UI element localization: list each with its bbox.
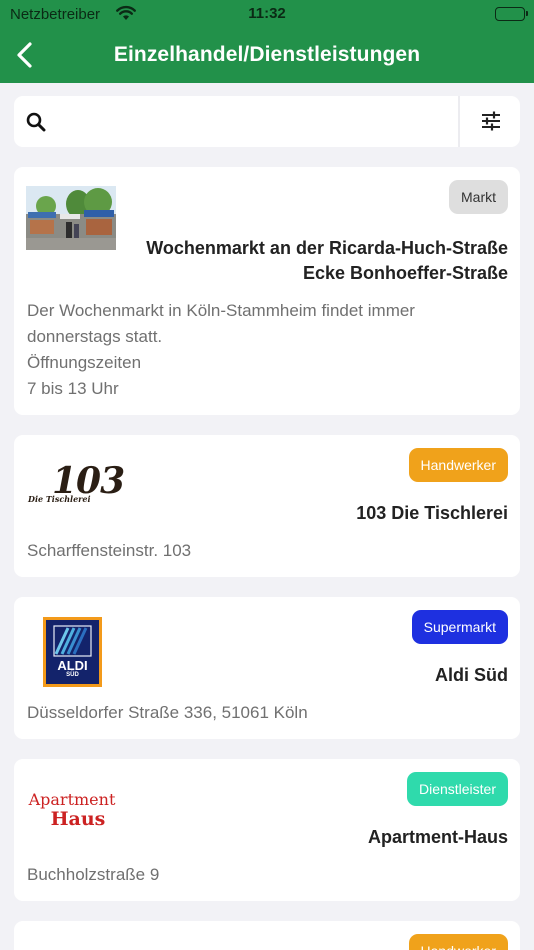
navigation-bar: Einzelhandel/Dienstleistungen xyxy=(0,28,534,83)
apartment-logo-line-2: Haus xyxy=(50,808,106,830)
listing-title-line-2: Ecke Bonhoeffer-Straße xyxy=(302,263,508,283)
search-divider xyxy=(458,96,460,147)
listing-title: 103 Die Tischlerei xyxy=(356,503,508,523)
status-bar: Netzbetreiber 11:32 xyxy=(0,0,534,28)
listing-title-line-1: Wochenmarkt an der Ricarda-Huch-Straße xyxy=(146,238,508,258)
market-photo xyxy=(26,186,116,250)
apartment-haus-logo: Apartment Haus xyxy=(26,791,118,831)
search-icon xyxy=(26,112,46,137)
listing-title: Aldi Süd xyxy=(435,665,508,685)
category-badge: Handwerker xyxy=(408,934,508,950)
category-badge: Supermarkt xyxy=(411,610,508,644)
tischlerei-logo-text: Die Tischlerei xyxy=(28,494,91,504)
aldi-logo: ALDI SÜD xyxy=(43,617,102,687)
search-input[interactable] xyxy=(64,106,454,137)
listing-description: Der Wochenmarkt in Köln-Stammheim findet… xyxy=(27,301,415,398)
category-badge: Dienstleister xyxy=(406,772,508,806)
listing-address: Buchholzstraße 9 xyxy=(27,865,160,884)
listing-address: Düsseldorfer Straße 336, 51061 Köln xyxy=(27,703,308,722)
listing-address: Scharffensteinstr. 103 xyxy=(27,541,192,560)
listing-card-aldi[interactable]: ALDI SÜD Supermarkt Aldi Süd Düsseldorfe… xyxy=(14,597,520,739)
category-badge: Markt xyxy=(449,180,508,214)
search-bar xyxy=(14,96,520,147)
aldi-logo-subtext: SÜD xyxy=(66,672,79,678)
apartment-logo-line-1: Apartment xyxy=(28,790,116,809)
listing-card-tischlerei[interactable]: 103 Die Tischlerei Handwerker 103 Die Ti… xyxy=(14,435,520,577)
category-badge: Handwerker xyxy=(408,448,508,482)
tischlerei-logo: 103 Die Tischlerei xyxy=(26,461,125,511)
listing-card-partial[interactable]: Handwerker xyxy=(14,921,520,950)
clock: 11:32 xyxy=(248,5,286,22)
sliders-icon xyxy=(482,111,500,131)
listing-title: Apartment-Haus xyxy=(367,827,508,847)
battery-icon xyxy=(495,7,528,21)
aldi-logo-text: ALDI xyxy=(57,658,88,673)
listing-title: Wochenmarkt an der Ricarda-Huch-Straße E… xyxy=(146,236,508,286)
listing-card-wochenmarkt[interactable]: Markt Wochenmarkt an der Ricarda-Huch-St… xyxy=(14,167,520,415)
listing-card-apartment-haus[interactable]: Apartment Haus Dienstleister Apartment-H… xyxy=(14,759,520,901)
page-title: Einzelhandel/Dienstleistungen xyxy=(113,43,421,66)
filter-button[interactable] xyxy=(480,109,502,138)
